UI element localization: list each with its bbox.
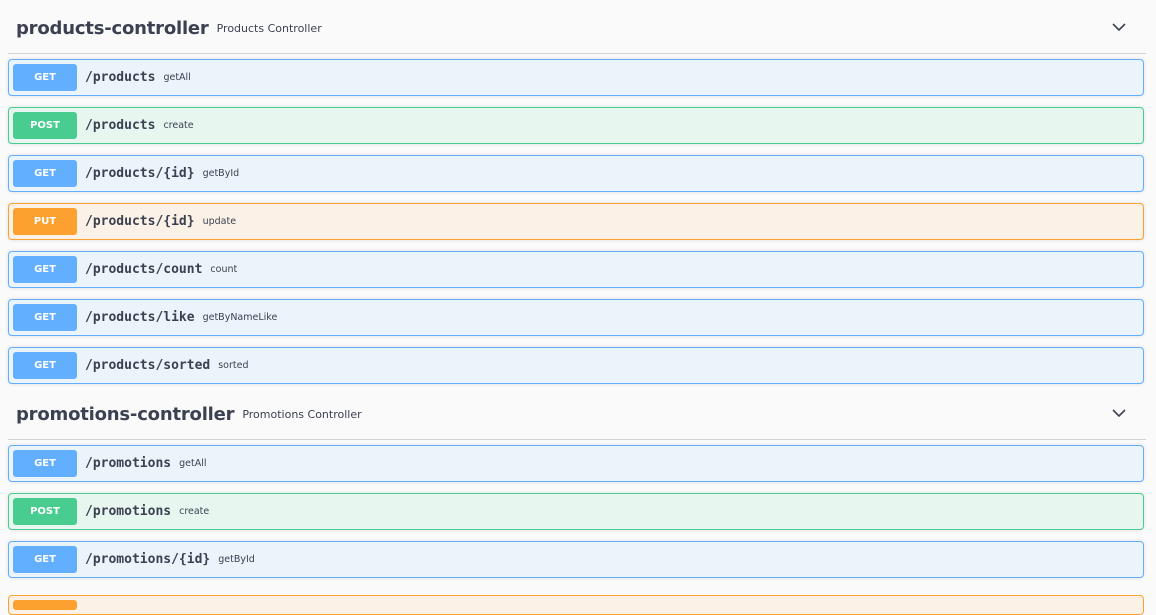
method-badge: GET xyxy=(13,160,77,187)
section-description: Promotions Controller xyxy=(242,408,362,421)
chevron-down-icon[interactable] xyxy=(1112,22,1126,32)
operation-row[interactable]: PUT /products/{id} update xyxy=(8,203,1144,240)
operation-row[interactable]: GET /products getAll xyxy=(8,59,1144,96)
operation-path: /products/{id} xyxy=(85,214,195,229)
operation-row[interactable]: GET /products/{id} getById xyxy=(8,155,1144,192)
operation-row-partial[interactable] xyxy=(8,595,1144,615)
section-description: Products Controller xyxy=(216,22,322,35)
method-badge: POST xyxy=(13,112,77,139)
operation-path: /products xyxy=(85,118,156,133)
method-badge: GET xyxy=(13,64,77,91)
method-badge: GET xyxy=(13,256,77,283)
operation-summary: create xyxy=(179,506,210,517)
products-controller-section: products-controller Products Controller … xyxy=(0,0,1156,384)
method-badge: GET xyxy=(13,352,77,379)
operation-summary: create xyxy=(163,120,194,131)
promotions-controller-section: promotions-controller Promotions Control… xyxy=(0,386,1156,578)
section-title: products-controller xyxy=(16,18,209,39)
operation-row[interactable]: GET /products/count count xyxy=(8,251,1144,288)
operation-row[interactable]: GET /promotions getAll xyxy=(8,445,1144,482)
operation-summary: getById xyxy=(218,554,255,565)
method-badge: GET xyxy=(13,450,77,477)
operation-path: /products/sorted xyxy=(85,358,211,373)
method-badge: GET xyxy=(13,304,77,331)
operation-summary: getByNameLike xyxy=(202,312,278,323)
operation-path: /products/{id} xyxy=(85,166,195,181)
operation-path: /products/like xyxy=(85,310,195,325)
method-badge: PUT xyxy=(13,208,77,235)
operation-path: /promotions/{id} xyxy=(85,552,211,567)
operation-summary: getAll xyxy=(179,458,207,469)
chevron-down-icon[interactable] xyxy=(1112,408,1126,418)
operation-summary: getAll xyxy=(163,72,191,83)
operation-row[interactable]: GET /products/sorted sorted xyxy=(8,347,1144,384)
method-badge: POST xyxy=(13,498,77,525)
operation-path: /products xyxy=(85,70,156,85)
section-header-promotions[interactable]: promotions-controller Promotions Control… xyxy=(8,386,1146,440)
operation-summary: getById xyxy=(202,168,240,179)
section-title: promotions-controller xyxy=(16,404,235,425)
operation-row[interactable]: POST /promotions create xyxy=(8,493,1144,530)
method-badge xyxy=(13,600,77,610)
operation-path: /promotions xyxy=(85,456,172,471)
operation-path: /products/count xyxy=(85,262,203,277)
operation-path: /promotions xyxy=(85,504,172,519)
operation-summary: update xyxy=(202,216,237,227)
operation-row[interactable]: GET /products/like getByNameLike xyxy=(8,299,1144,336)
operation-row[interactable]: POST /products create xyxy=(8,107,1144,144)
section-header-products[interactable]: products-controller Products Controller xyxy=(8,0,1146,54)
operation-row[interactable]: GET /promotions/{id} getById xyxy=(8,541,1144,578)
method-badge: GET xyxy=(13,546,77,573)
operation-summary: count xyxy=(210,264,238,275)
operation-summary: sorted xyxy=(218,360,249,371)
